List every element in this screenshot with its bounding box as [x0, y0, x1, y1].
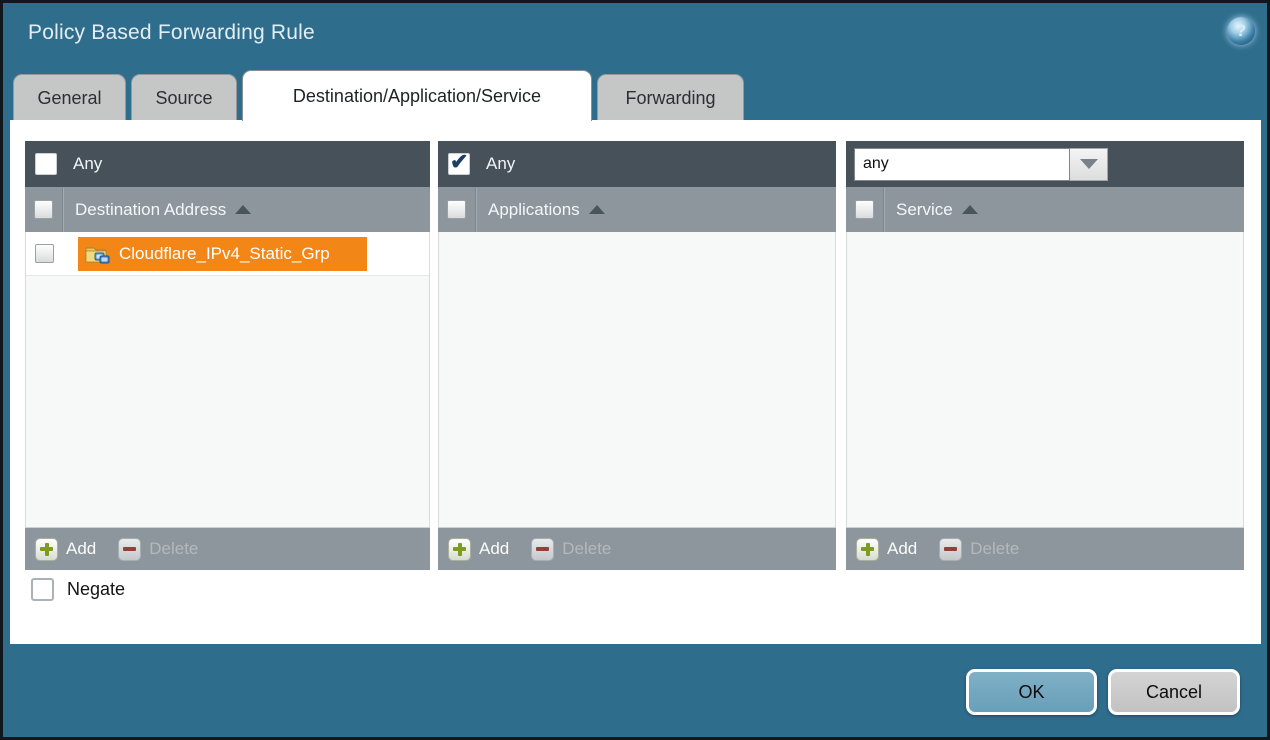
service-dropdown-input[interactable]	[854, 148, 1070, 181]
header-divider	[883, 188, 884, 232]
applications-select-all-checkbox[interactable]	[447, 200, 466, 219]
applications-column: ✔ Any Applications Add Delete	[438, 141, 836, 570]
plus-icon	[35, 538, 58, 561]
destination-select-all-checkbox[interactable]	[34, 200, 53, 219]
ok-button[interactable]: OK	[966, 669, 1097, 715]
address-group-name: Cloudflare_IPv4_Static_Grp	[119, 244, 330, 264]
tab-destination-application-service[interactable]: Destination/Application/Service	[242, 70, 592, 121]
minus-icon	[118, 538, 141, 561]
policy-based-forwarding-dialog: Policy Based Forwarding Rule ? General S…	[0, 0, 1270, 740]
dialog-title: Policy Based Forwarding Rule	[28, 21, 315, 45]
minus-icon	[939, 538, 962, 561]
service-header-label[interactable]: Service	[896, 200, 953, 220]
destination-address-column: Any Destination Address	[25, 141, 430, 570]
service-select-all-checkbox[interactable]	[855, 200, 874, 219]
negate-checkbox[interactable]	[31, 578, 54, 601]
header-divider	[62, 188, 63, 232]
applications-any-bar: ✔ Any	[438, 141, 836, 187]
service-dropdown[interactable]	[854, 148, 1108, 181]
service-toolbar: Add Delete	[846, 527, 1244, 570]
applications-any-label: Any	[486, 154, 515, 174]
selected-address-group[interactable]: Cloudflare_IPv4_Static_Grp	[78, 237, 367, 271]
negate-option: Negate	[31, 578, 125, 601]
destination-any-checkbox[interactable]	[35, 153, 57, 175]
sort-ascending-icon[interactable]	[235, 205, 251, 214]
destination-list: Cloudflare_IPv4_Static_Grp	[25, 232, 430, 527]
header-divider	[475, 188, 476, 232]
negate-label: Negate	[67, 579, 125, 600]
destination-column-header: Destination Address	[25, 187, 430, 232]
service-column: Service Add Delete	[846, 141, 1244, 570]
list-item: Cloudflare_IPv4_Static_Grp	[26, 232, 429, 276]
delete-button[interactable]: Delete	[917, 538, 1019, 561]
applications-column-header: Applications	[438, 187, 836, 232]
minus-icon	[531, 538, 554, 561]
sort-ascending-icon[interactable]	[962, 205, 978, 214]
plus-icon	[856, 538, 879, 561]
service-column-header: Service	[846, 187, 1244, 232]
service-dropdown-button[interactable]	[1070, 148, 1108, 181]
destination-toolbar: Add Delete	[25, 527, 430, 570]
service-list	[846, 232, 1244, 527]
plus-icon	[448, 538, 471, 561]
applications-list	[438, 232, 836, 527]
checkmark-icon: ✔	[450, 149, 468, 175]
destination-any-bar: Any	[25, 141, 430, 187]
applications-toolbar: Add Delete	[438, 527, 836, 570]
row-checkbox[interactable]	[35, 244, 54, 263]
add-button[interactable]: Add	[438, 538, 509, 561]
help-icon[interactable]: ?	[1227, 17, 1255, 45]
applications-any-checkbox[interactable]: ✔	[448, 153, 470, 175]
tab-bar: General Source Destination/Application/S…	[13, 70, 744, 121]
tab-general[interactable]: General	[13, 74, 126, 121]
add-button[interactable]: Add	[25, 538, 96, 561]
tab-forwarding[interactable]: Forwarding	[597, 74, 744, 121]
sort-ascending-icon[interactable]	[589, 205, 605, 214]
applications-header-label[interactable]: Applications	[488, 200, 580, 220]
delete-button[interactable]: Delete	[96, 538, 198, 561]
address-group-icon	[85, 244, 110, 265]
add-button[interactable]: Add	[846, 538, 917, 561]
tab-source[interactable]: Source	[131, 74, 237, 121]
service-dropdown-bar	[846, 141, 1244, 187]
chevron-down-icon	[1080, 159, 1098, 169]
cancel-button[interactable]: Cancel	[1108, 669, 1240, 715]
tab-content-panel: Any Destination Address	[10, 120, 1261, 644]
delete-button[interactable]: Delete	[509, 538, 611, 561]
destination-any-label: Any	[73, 154, 102, 174]
destination-header-label[interactable]: Destination Address	[75, 200, 226, 220]
